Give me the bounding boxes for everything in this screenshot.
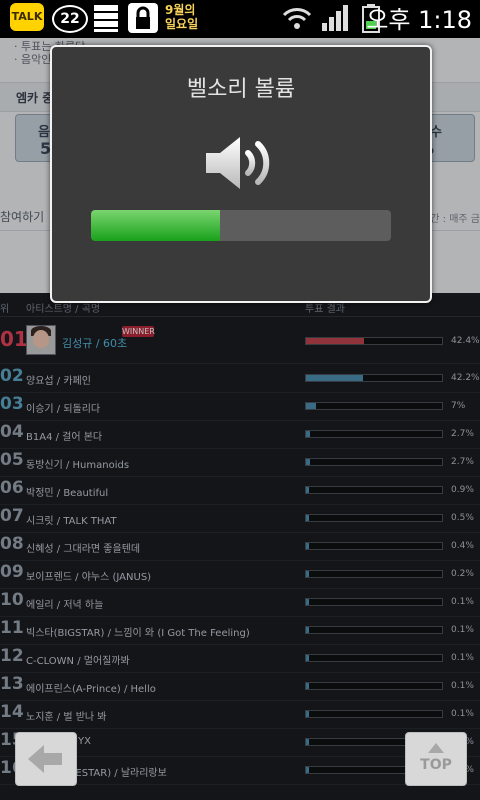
up-arrow-icon bbox=[428, 743, 444, 753]
weekday-line-1: 9월의 bbox=[165, 3, 196, 17]
dialog-title: 벨소리 볼륨 bbox=[186, 77, 296, 102]
back-arrow-icon bbox=[28, 745, 62, 773]
notification-count-icon: 22 bbox=[52, 5, 88, 33]
signal-icon bbox=[322, 5, 348, 31]
volume-slider[interactable] bbox=[91, 210, 391, 241]
speaker-icon bbox=[206, 137, 270, 189]
back-button[interactable] bbox=[15, 732, 77, 786]
status-bar: TALK 22 9월의 일요일 오후 1:18 bbox=[0, 0, 480, 38]
ringtone-volume-dialog: 벨소리 볼륨 bbox=[50, 45, 432, 303]
stack-icon bbox=[94, 5, 118, 32]
wifi-icon bbox=[282, 8, 312, 29]
clock: 오후 1:18 bbox=[366, 6, 472, 34]
weekday-line-2: 일요일 bbox=[165, 17, 199, 31]
kakaotalk-icon: TALK bbox=[10, 3, 44, 31]
lock-icon bbox=[128, 3, 158, 33]
weekday-widget: 9월의 일요일 bbox=[165, 3, 225, 33]
scroll-top-button[interactable]: TOP bbox=[405, 732, 467, 786]
top-label: TOP bbox=[420, 757, 452, 773]
volume-slider-fill bbox=[91, 210, 220, 241]
